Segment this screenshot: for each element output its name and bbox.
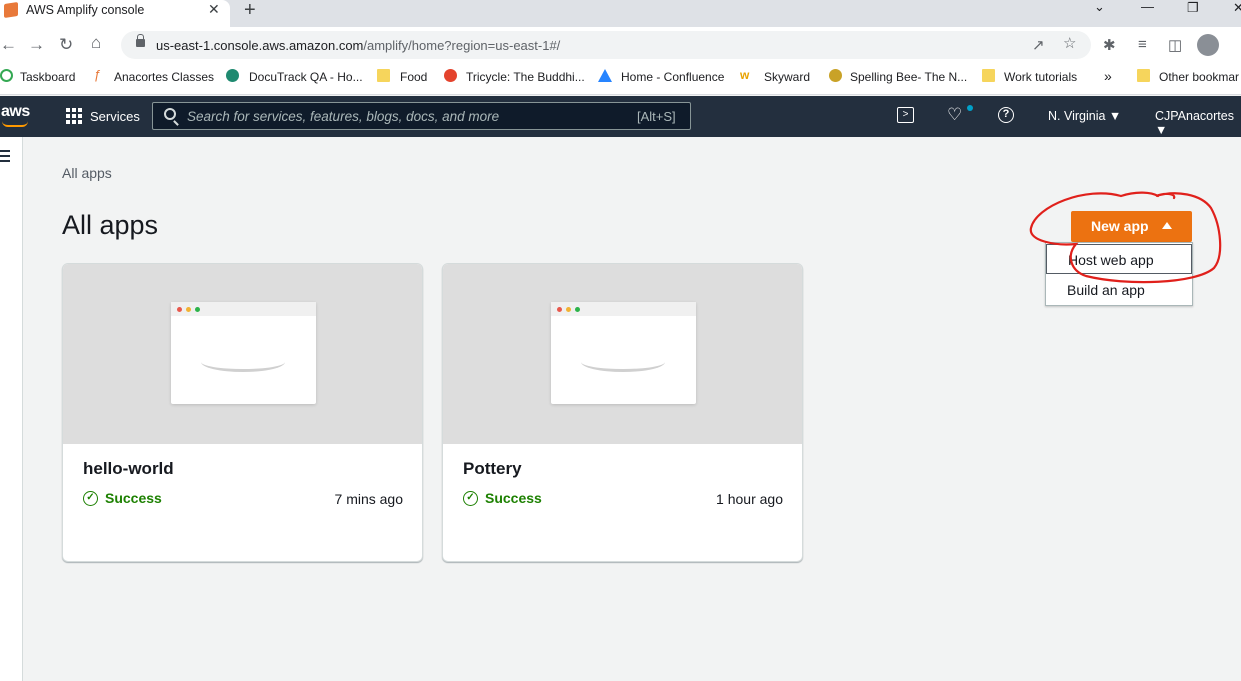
- share-icon[interactable]: ↗: [1032, 36, 1045, 54]
- extensions-icon[interactable]: ✱: [1103, 36, 1116, 54]
- menu-item-host-web-app[interactable]: Host web app: [1046, 244, 1192, 274]
- services-menu[interactable]: Services: [90, 109, 140, 124]
- aws-logo-smile: [2, 121, 28, 127]
- window-dot-green: [575, 307, 580, 312]
- notification-badge: [967, 105, 973, 111]
- success-check-icon: ✓: [463, 491, 478, 506]
- bookmark-star-icon[interactable]: ☆: [1063, 34, 1076, 52]
- app-name[interactable]: hello-world: [83, 459, 174, 479]
- confluence-icon: [598, 69, 612, 82]
- search-shortcut-hint: [Alt+S]: [637, 109, 676, 124]
- app-card-hello-world[interactable]: hello-world ✓ Success 7 mins ago: [62, 263, 423, 562]
- window-dot-red: [177, 307, 182, 312]
- window-dot-yellow: [566, 307, 571, 312]
- taskboard-icon: [0, 69, 13, 82]
- app-thumbnail: [63, 264, 422, 444]
- home-icon[interactable]: ⌂: [91, 33, 101, 53]
- bookmark-tricycle[interactable]: Tricycle: The Buddhi...: [466, 70, 585, 84]
- search-placeholder: Search for services, features, blogs, do…: [187, 109, 500, 124]
- tricycle-icon: [444, 69, 457, 82]
- search-icon: [164, 108, 176, 120]
- folder-icon: [377, 69, 390, 82]
- menu-icon[interactable]: ⋮: [1235, 36, 1241, 54]
- help-icon[interactable]: ?: [998, 107, 1014, 123]
- lightning-icon: ƒ: [94, 67, 102, 82]
- account-menu[interactable]: CJPAnacortes ▼: [1155, 109, 1241, 137]
- profile-avatar[interactable]: [1197, 34, 1219, 56]
- close-tab-icon[interactable]: ✕: [208, 1, 220, 18]
- back-icon[interactable]: ←: [0, 35, 17, 55]
- minimize-icon[interactable]: —: [1141, 0, 1154, 14]
- app-name[interactable]: Pottery: [463, 459, 522, 479]
- page-title: All apps: [62, 210, 159, 240]
- bookmark-skyward[interactable]: Skyward: [764, 70, 810, 84]
- caret-up-icon: [1162, 222, 1172, 229]
- window-dot-red: [557, 307, 562, 312]
- media-icon[interactable]: ≡: [1138, 36, 1147, 53]
- bookmark-taskboard[interactable]: Taskboard: [20, 70, 75, 84]
- breadcrumb[interactable]: All apps: [62, 165, 112, 181]
- bookmark-anacortes-classes[interactable]: Anacortes Classes: [114, 70, 214, 84]
- status-label: Success: [485, 490, 542, 506]
- services-grid-icon[interactable]: [66, 108, 82, 124]
- success-check-icon: ✓: [83, 491, 98, 506]
- new-app-dropdown-menu: Host web app Build an app: [1045, 242, 1193, 306]
- menu-item-build-an-app[interactable]: Build an app: [1046, 275, 1192, 305]
- bookmark-spelling-bee[interactable]: Spelling Bee- The N...: [850, 70, 967, 84]
- browser-window-illustration: [171, 302, 316, 404]
- window-dot-yellow: [186, 307, 191, 312]
- bookmark-other[interactable]: Other bookmar: [1159, 70, 1239, 84]
- browser-tab-title: AWS Amplify console: [26, 3, 145, 17]
- url-host: us-east-1.console.aws.amazon.com: [156, 38, 364, 53]
- aws-logo[interactable]: aws: [1, 103, 30, 121]
- folder-icon: [1137, 69, 1150, 82]
- url-path: /amplify/home?region=us-east-1#/: [363, 38, 561, 53]
- new-tab-icon[interactable]: +: [244, 0, 256, 22]
- browser-window-illustration: [551, 302, 696, 404]
- bookmark-work-tutorials[interactable]: Work tutorials: [1004, 70, 1077, 84]
- aws-favicon-icon: [4, 2, 18, 18]
- app-card-pottery[interactable]: Pottery ✓ Success 1 hour ago: [442, 263, 803, 562]
- last-updated: 1 hour ago: [716, 491, 783, 507]
- status-label: Success: [105, 490, 162, 506]
- region-selector[interactable]: N. Virginia ▼: [1048, 109, 1121, 123]
- restore-icon[interactable]: ❐: [1187, 0, 1199, 16]
- window-titlebar: [551, 302, 696, 316]
- skyward-icon: w: [740, 68, 750, 82]
- tab-search-chevron-icon[interactable]: ⌄: [1094, 0, 1105, 15]
- bookmark-confluence[interactable]: Home - Confluence: [621, 70, 724, 84]
- docutrack-icon: [226, 69, 239, 82]
- close-window-icon[interactable]: ✕: [1233, 0, 1241, 16]
- side-navigation-rail: [0, 137, 23, 681]
- new-app-label: New app: [1091, 218, 1149, 234]
- lock-icon[interactable]: [136, 34, 145, 47]
- sidepanel-icon[interactable]: ◫: [1168, 36, 1182, 54]
- hamburger-menu-icon[interactable]: [0, 150, 10, 165]
- folder-icon: [982, 69, 995, 82]
- bookmark-docutrack[interactable]: DocuTrack QA - Ho...: [249, 70, 363, 84]
- app-thumbnail: [443, 264, 802, 444]
- amazon-smile-illustration: [201, 352, 285, 372]
- new-app-button[interactable]: New app: [1071, 211, 1192, 242]
- reload-icon[interactable]: ↻: [59, 35, 73, 55]
- notifications-bell-icon[interactable]: ♡: [947, 105, 962, 125]
- forward-icon[interactable]: →: [28, 35, 45, 55]
- more-bookmarks-chevron[interactable]: »: [1104, 68, 1112, 84]
- cloudshell-icon[interactable]: >: [897, 107, 914, 123]
- bookmark-food[interactable]: Food: [400, 70, 427, 84]
- window-dot-green: [195, 307, 200, 312]
- url-text: us-east-1.console.aws.amazon.com/amplify…: [156, 38, 560, 53]
- amazon-smile-illustration: [581, 352, 665, 372]
- spelling-bee-icon: [829, 69, 842, 82]
- window-titlebar: [171, 302, 316, 316]
- last-updated: 7 mins ago: [334, 491, 403, 507]
